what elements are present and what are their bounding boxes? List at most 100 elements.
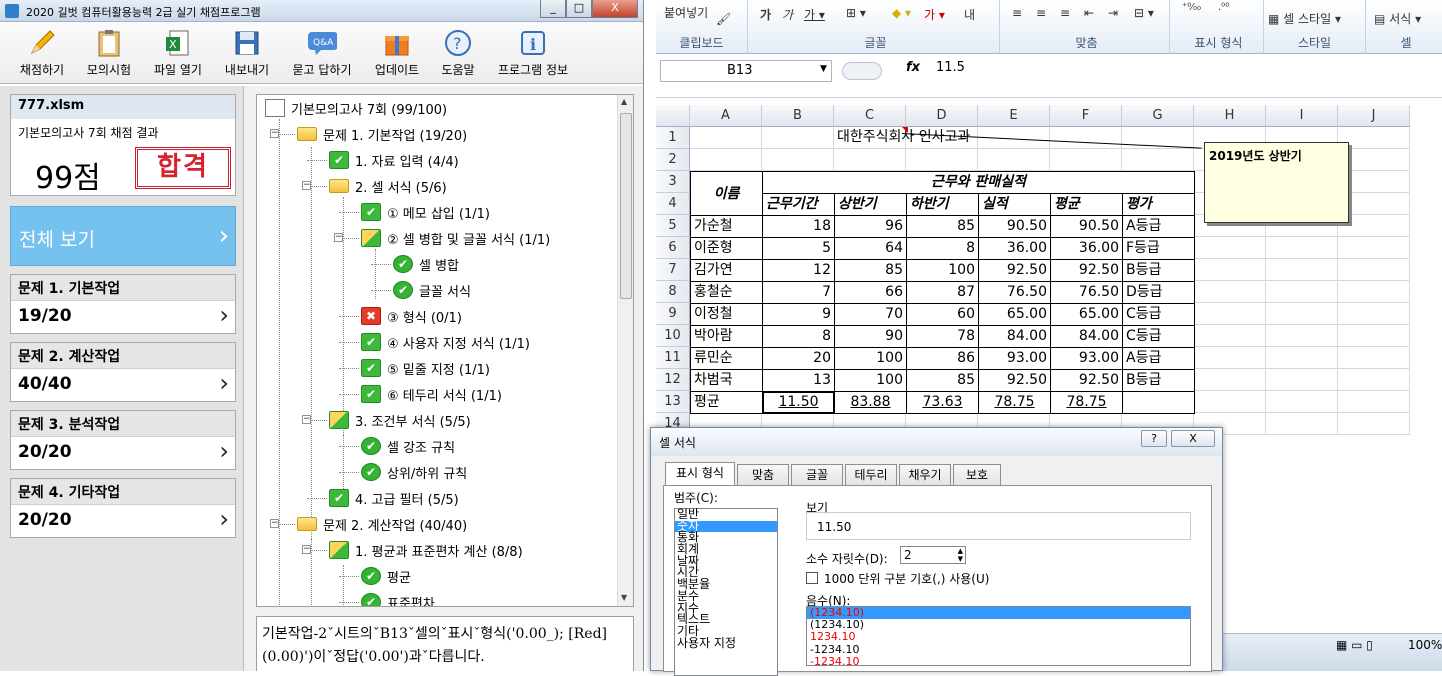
- tab-border[interactable]: 테두리: [845, 464, 897, 485]
- format-painter-icon[interactable]: 🖌: [716, 12, 731, 26]
- row-header[interactable]: 1: [656, 127, 690, 149]
- collapse-toggle-icon[interactable]: −: [270, 519, 279, 528]
- tree-node[interactable]: ✔ ④ 사용자 지정 서식 (1/1): [361, 331, 530, 353]
- spinner-arrows-icon[interactable]: ▲ ▼: [958, 547, 963, 563]
- data-cell[interactable]: B등급: [1122, 259, 1195, 282]
- data-cell[interactable]: 60: [906, 303, 979, 326]
- tree-node[interactable]: ✔ 평균: [361, 565, 411, 587]
- column-header[interactable]: H: [1194, 105, 1266, 127]
- tab-protection[interactable]: 보호: [953, 464, 1001, 485]
- header-cell[interactable]: 평균: [1050, 193, 1123, 216]
- row-header[interactable]: 10: [656, 325, 690, 347]
- grid-cell[interactable]: [1266, 391, 1338, 413]
- tree-node[interactable]: 기본모의고사 7회 (99/100): [265, 97, 447, 119]
- column-header[interactable]: D: [906, 105, 978, 127]
- column-header[interactable]: I: [1266, 105, 1338, 127]
- tree-node[interactable]: ✔ 상위/하위 규칙: [361, 461, 467, 483]
- data-cell[interactable]: 85: [906, 369, 979, 392]
- grid-cell[interactable]: [1194, 281, 1266, 303]
- grid-cell[interactable]: [1194, 237, 1266, 259]
- data-cell[interactable]: 김가연: [690, 259, 763, 282]
- format-button[interactable]: ▤ 서식 ▾: [1374, 10, 1421, 27]
- row-header[interactable]: 5: [656, 215, 690, 237]
- column-header[interactable]: B: [762, 105, 834, 127]
- data-cell[interactable]: 36.00: [978, 237, 1051, 260]
- collapse-toggle-icon[interactable]: −: [302, 181, 311, 190]
- header-cell[interactable]: 하반기: [906, 193, 979, 216]
- grid-cell[interactable]: [1266, 281, 1338, 303]
- tree-node[interactable]: ✔ ⑤ 밑줄 지정 (1/1): [361, 357, 490, 379]
- grid-cell[interactable]: [906, 149, 978, 171]
- scroll-down-icon[interactable]: ▼: [621, 593, 627, 602]
- merge-center-icon[interactable]: ⊟ ▾: [1134, 6, 1154, 20]
- qa-button[interactable]: Q&A 묻고 답하기: [286, 28, 358, 80]
- row-header[interactable]: 4: [656, 193, 690, 215]
- fill-color-icon[interactable]: ◆ ▾: [892, 6, 911, 20]
- decimal-places-spinner[interactable]: 2 ▲ ▼: [900, 546, 966, 564]
- header-cell[interactable]: 평가: [1122, 193, 1195, 216]
- data-cell[interactable]: 이준형: [690, 237, 763, 260]
- data-cell[interactable]: 90: [834, 325, 907, 348]
- average-cell[interactable]: 78.75: [978, 391, 1051, 414]
- data-cell[interactable]: 87: [906, 281, 979, 304]
- data-cell[interactable]: 8: [762, 325, 835, 348]
- negative-format-option[interactable]: (1234.10): [807, 606, 1190, 620]
- column-header[interactable]: C: [834, 105, 906, 127]
- underline-icon[interactable]: 가 ▾: [804, 6, 825, 23]
- data-cell[interactable]: 13: [762, 369, 835, 392]
- data-cell[interactable]: 92.50: [1050, 369, 1123, 392]
- grid-cell[interactable]: [1266, 325, 1338, 347]
- data-cell[interactable]: 36.00: [1050, 237, 1123, 260]
- average-cell[interactable]: 78.75: [1050, 391, 1123, 414]
- grid-cell[interactable]: [1338, 347, 1410, 369]
- data-cell[interactable]: B등급: [1122, 369, 1195, 392]
- increase-decimal-icon[interactable]: ⁺⁰⁄₀₀: [1182, 2, 1201, 13]
- grid-cell[interactable]: [1266, 237, 1338, 259]
- data-cell[interactable]: 65.00: [978, 303, 1051, 326]
- data-cell[interactable]: C등급: [1122, 325, 1195, 348]
- tree-node[interactable]: 2. 셀 서식 (5/6): [329, 175, 447, 197]
- collapse-toggle-icon[interactable]: −: [334, 233, 343, 242]
- cell-style-button[interactable]: ▦ 셀 스타일 ▾: [1268, 10, 1341, 27]
- view-all-button[interactable]: 전체 보기 ›: [10, 206, 236, 266]
- data-cell[interactable]: F등급: [1122, 237, 1195, 260]
- negative-format-option[interactable]: 1234.10: [807, 631, 1190, 643]
- align-right-icon[interactable]: ≡: [1060, 6, 1070, 20]
- data-cell[interactable]: 차범국: [690, 369, 763, 392]
- select-all-corner[interactable]: [656, 105, 690, 127]
- grid-cell[interactable]: [1338, 237, 1410, 259]
- formula-input[interactable]: 11.5: [936, 60, 965, 75]
- tree-node[interactable]: 문제 2. 계산작업 (40/40): [297, 513, 467, 535]
- data-cell[interactable]: D등급: [1122, 281, 1195, 304]
- collapse-toggle-icon[interactable]: −: [302, 415, 311, 424]
- data-cell[interactable]: 85: [906, 215, 979, 238]
- data-cell[interactable]: 78: [906, 325, 979, 348]
- grid-cell[interactable]: [1338, 259, 1410, 281]
- program-info-button[interactable]: i 프로그램 정보: [492, 28, 574, 80]
- average-cell[interactable]: 73.63: [906, 391, 979, 414]
- negative-format-option[interactable]: (1234.10): [807, 619, 1190, 631]
- data-cell[interactable]: 9: [762, 303, 835, 326]
- data-cell[interactable]: 90.50: [1050, 215, 1123, 238]
- dialog-help-button[interactable]: ?: [1141, 430, 1167, 447]
- grid-cell[interactable]: [1338, 413, 1410, 435]
- font-color-icon[interactable]: 가 ▾: [924, 6, 945, 23]
- data-cell[interactable]: 85: [834, 259, 907, 282]
- data-cell[interactable]: 8: [906, 237, 979, 260]
- column-header[interactable]: E: [978, 105, 1050, 127]
- average-cell[interactable]: [1122, 391, 1195, 414]
- data-cell[interactable]: C등급: [1122, 303, 1195, 326]
- column-header[interactable]: G: [1122, 105, 1194, 127]
- grid-cell[interactable]: [690, 149, 762, 171]
- row-header[interactable]: 3: [656, 171, 690, 193]
- dialog-close-button[interactable]: X: [1171, 430, 1215, 447]
- phonetic-icon[interactable]: 내: [964, 6, 975, 23]
- bold-icon[interactable]: 가: [760, 6, 771, 23]
- zoom-level[interactable]: 100%: [1408, 638, 1442, 652]
- collapse-toggle-icon[interactable]: −: [270, 129, 279, 138]
- data-cell[interactable]: 가순철: [690, 215, 763, 238]
- data-cell[interactable]: 이정철: [690, 303, 763, 326]
- data-cell[interactable]: 92.50: [978, 259, 1051, 282]
- data-cell[interactable]: 92.50: [978, 369, 1051, 392]
- grid-cell[interactable]: [690, 127, 762, 149]
